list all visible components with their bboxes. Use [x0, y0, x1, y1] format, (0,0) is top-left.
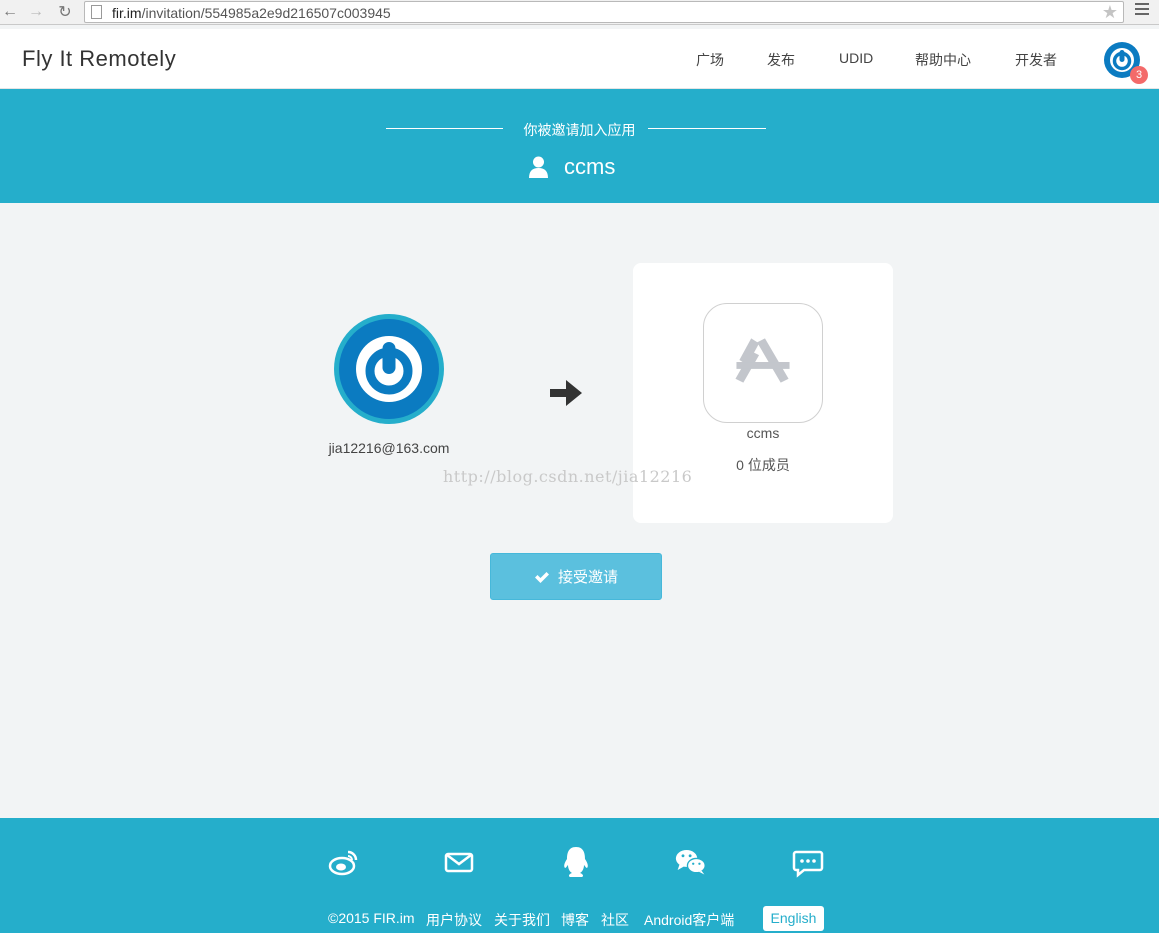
banner-title: ccms	[529, 154, 615, 180]
qq-icon[interactable]	[560, 846, 592, 878]
banner-app-name: ccms	[564, 154, 616, 179]
invite-banner: 你被邀请加入应用 ccms	[0, 89, 1159, 203]
nav-udid[interactable]: UDID	[839, 50, 873, 66]
footer-link-terms[interactable]: 用户协议	[426, 910, 482, 930]
forward-icon[interactable]: →	[26, 2, 46, 22]
footer-link-blog[interactable]: 博客	[561, 910, 589, 930]
chat-icon[interactable]	[792, 846, 824, 878]
footer-link-android-client[interactable]: Android客户端	[644, 910, 734, 930]
language-switch-button[interactable]: English	[763, 906, 824, 931]
inviter-email: jia12216@163.com	[328, 440, 450, 456]
inviter-avatar	[334, 314, 444, 424]
site-header: Fly It Remotely 广场 发布 UDID 帮助中心 开发者 3	[0, 29, 1159, 89]
wechat-icon[interactable]	[675, 846, 707, 878]
app-store-icon	[703, 303, 823, 423]
notification-badge[interactable]: 3	[1130, 66, 1148, 84]
site-footer: ©2015 FIR.im 用户协议 关于我们 博客 社区 Android客户端 …	[0, 818, 1159, 933]
nav-plaza[interactable]: 广场	[696, 50, 724, 70]
browser-menu-icon[interactable]	[1135, 3, 1149, 18]
accept-invite-label: 接受邀请	[557, 569, 618, 586]
check-icon	[534, 571, 549, 583]
mail-icon[interactable]	[443, 846, 475, 878]
weibo-icon[interactable]	[328, 846, 360, 878]
footer-link-community[interactable]: 社区	[601, 910, 629, 930]
user-icon	[529, 156, 548, 178]
footer-link-about[interactable]: 关于我们	[494, 910, 550, 930]
footer-copyright: ©2015 FIR.im	[328, 910, 415, 926]
nav-publish[interactable]: 发布	[767, 50, 795, 70]
address-bar[interactable]: fir.im/invitation/554985a2e9d216507c0039…	[84, 1, 1124, 23]
browser-toolbar: ← → ↻ fir.im/invitation/554985a2e9d21650…	[0, 0, 1159, 25]
watermark: http://blog.csdn.net/jia12216	[443, 467, 693, 486]
arrow-right-icon	[550, 380, 582, 406]
back-icon[interactable]: ←	[0, 2, 20, 22]
page-icon	[91, 5, 102, 19]
accept-invite-button[interactable]: 接受邀请	[490, 553, 662, 600]
app-name: ccms	[746, 425, 780, 441]
nav-developer[interactable]: 开发者	[1015, 50, 1057, 70]
nav-help-center[interactable]: 帮助中心	[915, 50, 971, 70]
brand-logo-text[interactable]: Fly It Remotely	[22, 46, 176, 72]
reload-icon[interactable]: ↻	[55, 2, 75, 22]
url-text: fir.im/invitation/554985a2e9d216507c0039…	[112, 5, 391, 21]
banner-subtitle: 你被邀请加入应用	[523, 122, 636, 138]
bookmark-star-icon[interactable]: ★	[1102, 2, 1118, 23]
